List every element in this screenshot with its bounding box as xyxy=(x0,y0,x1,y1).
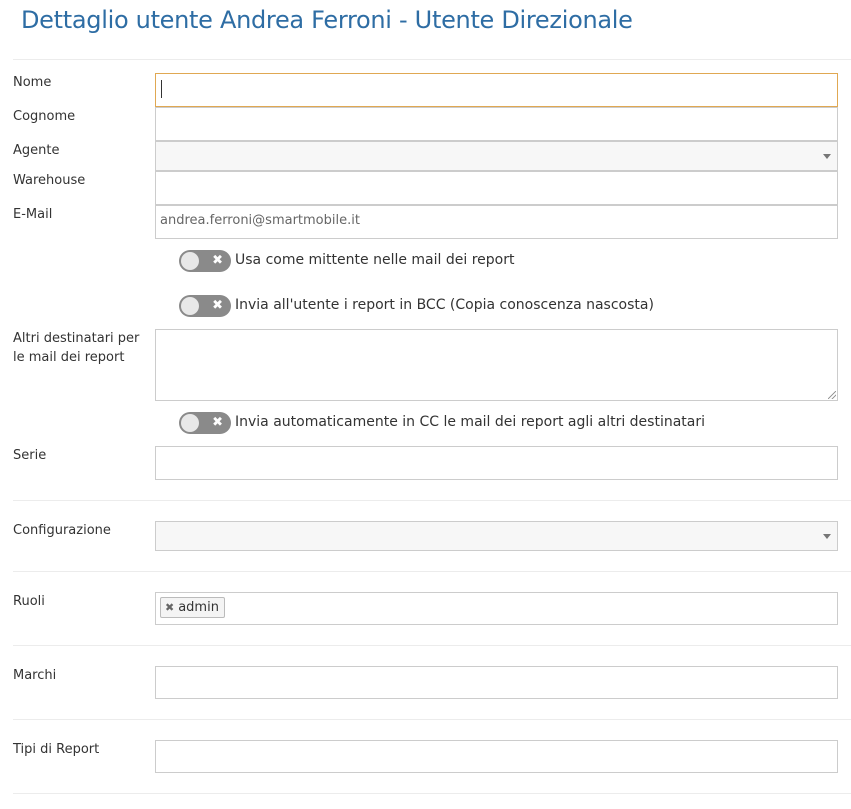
marchi-multiselect[interactable] xyxy=(155,666,838,699)
ruoli-multiselect[interactable]: ✖ admin xyxy=(155,592,838,625)
altri-destinatari-label-line1: Altri destinatari per xyxy=(13,331,140,346)
close-icon: ✖ xyxy=(212,298,223,313)
altri-destinatari-label-line2: le mail dei report xyxy=(13,350,125,365)
agente-select[interactable] xyxy=(155,141,838,171)
divider xyxy=(13,719,851,720)
tipi-report-label: Tipi di Report xyxy=(13,742,100,757)
toggle-bcc-label: Invia all'utente i report in BCC (Copia … xyxy=(235,297,654,313)
ruoli-label: Ruoli xyxy=(13,594,45,609)
configurazione-label: Configurazione xyxy=(13,523,111,538)
divider xyxy=(13,59,851,60)
nome-input[interactable] xyxy=(155,73,838,107)
serie-input[interactable] xyxy=(155,446,838,480)
altri-destinatari-textarea[interactable] xyxy=(155,329,838,401)
warehouse-label: Warehouse xyxy=(13,173,86,188)
divider xyxy=(13,793,851,794)
toggle-mittente-switch[interactable]: ✖ xyxy=(179,250,231,272)
toggle-knob xyxy=(181,252,199,270)
caret-down-icon xyxy=(823,154,831,159)
caret-down-icon xyxy=(823,534,831,539)
toggle-knob xyxy=(181,414,199,432)
email-input[interactable]: andrea.ferroni@smartmobile.it xyxy=(155,205,838,239)
page-title: Dettaglio utente Andrea Ferroni - Utente… xyxy=(21,6,633,34)
toggle-cc-switch[interactable]: ✖ xyxy=(179,412,231,434)
warehouse-input[interactable] xyxy=(155,171,838,205)
role-tag-admin: ✖ admin xyxy=(160,597,225,618)
text-caret xyxy=(161,80,162,98)
divider xyxy=(13,500,851,501)
serie-label: Serie xyxy=(13,448,47,463)
toggle-knob xyxy=(181,297,199,315)
email-value: andrea.ferroni@smartmobile.it xyxy=(160,213,360,228)
close-icon: ✖ xyxy=(212,415,223,430)
cognome-label: Cognome xyxy=(13,109,76,124)
close-icon[interactable]: ✖ xyxy=(165,601,174,614)
role-tag-text: admin xyxy=(178,600,219,615)
toggle-bcc-switch[interactable]: ✖ xyxy=(179,295,231,317)
divider xyxy=(13,571,851,572)
divider xyxy=(13,645,851,646)
tipi-report-multiselect[interactable] xyxy=(155,740,838,773)
email-label: E-Mail xyxy=(13,207,53,222)
resize-grip-icon[interactable] xyxy=(828,391,836,399)
cognome-input[interactable] xyxy=(155,107,838,141)
nome-label: Nome xyxy=(13,75,52,90)
marchi-label: Marchi xyxy=(13,668,57,683)
agente-label: Agente xyxy=(13,143,60,158)
configurazione-select[interactable] xyxy=(155,521,838,551)
toggle-cc-label: Invia automaticamente in CC le mail dei … xyxy=(235,414,706,430)
close-icon: ✖ xyxy=(212,253,223,268)
toggle-mittente-label: Usa come mittente nelle mail dei report xyxy=(235,252,515,268)
